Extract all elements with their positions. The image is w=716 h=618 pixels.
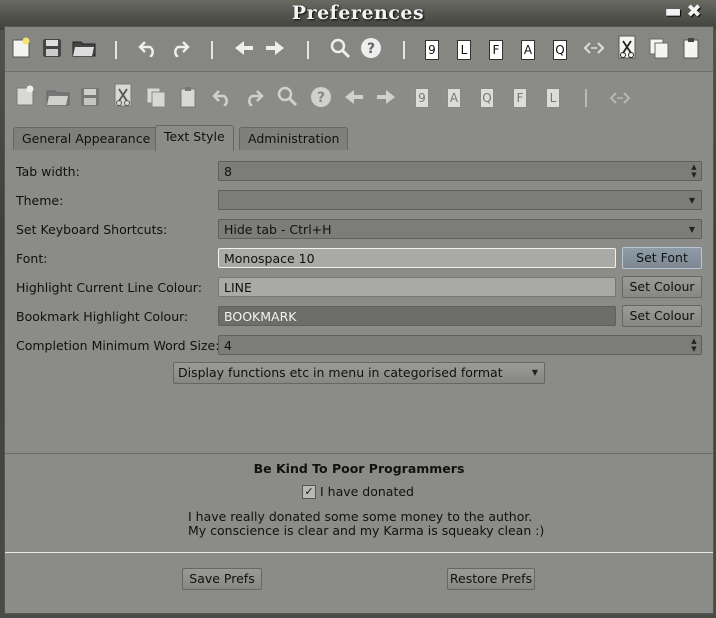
save-prefs-button[interactable]: Save Prefs <box>182 568 262 590</box>
preferences-content: ? 9 L F A Q ? 9 A Q F L General Appearan… <box>4 26 714 614</box>
bookmark-colour-label: Bookmark Highlight Colour: <box>16 309 189 324</box>
toolbar-separator <box>585 89 587 107</box>
font-field[interactable]: Monospace 10 <box>218 248 616 268</box>
toolbar-separator <box>403 41 405 59</box>
redo-icon[interactable] <box>243 88 265 106</box>
shortcut-box-q[interactable]: Q <box>480 88 494 108</box>
svg-text:?: ? <box>317 90 325 106</box>
tag-icon[interactable] <box>609 91 631 105</box>
highlight-line-colour-value: LINE <box>224 280 252 295</box>
donated-checkbox[interactable]: ✓ <box>302 485 316 499</box>
paste-icon[interactable] <box>178 86 198 108</box>
shortcut-box-9[interactable]: 9 <box>415 88 429 108</box>
chevron-down-icon: ▼ <box>531 368 538 377</box>
open-folder-icon[interactable] <box>46 88 70 106</box>
set-bookmark-colour-button[interactable]: Set Colour <box>622 305 702 327</box>
bookmark-colour-value: BOOKMARK <box>224 309 297 324</box>
set-font-button[interactable]: Set Font <box>622 247 702 269</box>
cut-icon[interactable] <box>616 35 638 61</box>
donated-checkbox-label[interactable]: I have donated <box>320 484 414 499</box>
highlight-line-colour-label: Highlight Current Line Colour: <box>16 280 202 295</box>
toolbar-separator <box>115 41 117 59</box>
help-icon[interactable]: ? <box>310 86 332 108</box>
chevron-down-icon: ▼ <box>688 225 695 234</box>
paste-icon[interactable] <box>681 37 701 59</box>
tab-width-value: 8 <box>224 164 232 179</box>
shortcut-box-l[interactable]: L <box>546 88 560 108</box>
toolbar-config-preview: ? 9 A Q F L <box>5 77 713 117</box>
redo-icon[interactable] <box>169 39 191 57</box>
keyboard-shortcuts-value: Hide tab - Ctrl+H <box>224 222 332 237</box>
donate-message-line-1: I have really donated some some money to… <box>188 509 533 524</box>
shortcut-box-q[interactable]: Q <box>553 40 567 60</box>
footer-divider <box>5 552 713 553</box>
forward-arrow-icon[interactable] <box>375 88 397 106</box>
restore-prefs-button[interactable]: Restore Prefs <box>447 568 535 590</box>
tab-width-label: Tab width: <box>16 164 80 179</box>
spin-arrows-icon[interactable]: ▲ ▼ <box>689 337 699 353</box>
search-icon[interactable] <box>276 85 298 107</box>
open-folder-icon[interactable] <box>72 39 96 57</box>
new-file-icon[interactable] <box>15 85 35 107</box>
functions-menu-format-value: Display functions etc in menu in categor… <box>178 365 503 380</box>
save-icon[interactable] <box>41 37 63 59</box>
back-arrow-icon[interactable] <box>343 88 365 106</box>
donate-title: Be Kind To Poor Programmers <box>253 461 465 476</box>
font-label: Font: <box>16 251 48 266</box>
tab-text-style[interactable]: Text Style <box>155 125 234 151</box>
shortcut-box-l[interactable]: L <box>457 40 471 60</box>
search-icon[interactable] <box>329 37 351 59</box>
shortcut-box-a[interactable]: A <box>447 88 461 108</box>
svg-text:?: ? <box>367 41 375 57</box>
cut-icon[interactable] <box>112 83 134 109</box>
tab-administration[interactable]: Administration <box>239 127 349 150</box>
bookmark-colour-field[interactable]: BOOKMARK <box>218 306 616 326</box>
functions-menu-format-dropdown[interactable]: Display functions etc in menu in categor… <box>173 362 545 384</box>
forward-arrow-icon[interactable] <box>264 39 286 57</box>
font-value: Monospace 10 <box>224 251 315 266</box>
toolbar-separator <box>211 41 213 59</box>
completion-word-size-spinbox[interactable]: 4 ▲ ▼ <box>218 335 702 355</box>
shortcut-box-a[interactable]: A <box>521 40 535 60</box>
copy-icon[interactable] <box>145 86 167 108</box>
keyboard-shortcuts-label: Set Keyboard Shortcuts: <box>16 222 168 237</box>
window-title: Preferences <box>291 2 425 24</box>
tag-icon[interactable] <box>583 41 605 55</box>
minimize-icon[interactable]: ▬ <box>662 2 684 22</box>
chevron-down-icon: ▼ <box>688 196 695 205</box>
spin-arrows-icon[interactable]: ▲ ▼ <box>689 163 699 179</box>
keyboard-shortcuts-dropdown[interactable]: Hide tab - Ctrl+H ▼ <box>218 219 702 239</box>
main-toolbar: ? 9 L F A Q <box>5 27 713 72</box>
shortcut-box-f[interactable]: F <box>489 40 503 60</box>
copy-icon[interactable] <box>648 37 670 59</box>
shortcut-box-9[interactable]: 9 <box>425 40 439 60</box>
undo-icon[interactable] <box>137 39 159 57</box>
close-icon[interactable]: ✖ <box>683 2 705 22</box>
highlight-line-colour-field[interactable]: LINE <box>218 277 616 297</box>
theme-dropdown[interactable]: ▼ <box>218 190 702 210</box>
save-icon[interactable] <box>79 86 101 108</box>
donate-message-line-2: My conscience is clear and my Karma is s… <box>188 523 545 538</box>
section-divider <box>5 453 713 454</box>
undo-icon[interactable] <box>211 88 233 106</box>
tab-general-appearance[interactable]: General Appearance <box>13 127 160 150</box>
toolbar-separator <box>307 41 309 59</box>
new-file-icon[interactable] <box>11 37 31 59</box>
shortcut-box-f[interactable]: F <box>513 88 527 108</box>
completion-word-size-value: 4 <box>224 338 232 353</box>
preferences-window: Preferences ▬ ✖ ? 9 L F A Q ? 9 A Q F L … <box>0 0 716 618</box>
tab-width-spinbox[interactable]: 8 ▲ ▼ <box>218 161 702 181</box>
theme-label: Theme: <box>16 193 64 208</box>
help-icon[interactable]: ? <box>360 37 382 59</box>
back-arrow-icon[interactable] <box>233 39 255 57</box>
set-line-colour-button[interactable]: Set Colour <box>622 276 702 298</box>
completion-word-size-label: Completion Minimum Word Size: <box>16 338 220 353</box>
